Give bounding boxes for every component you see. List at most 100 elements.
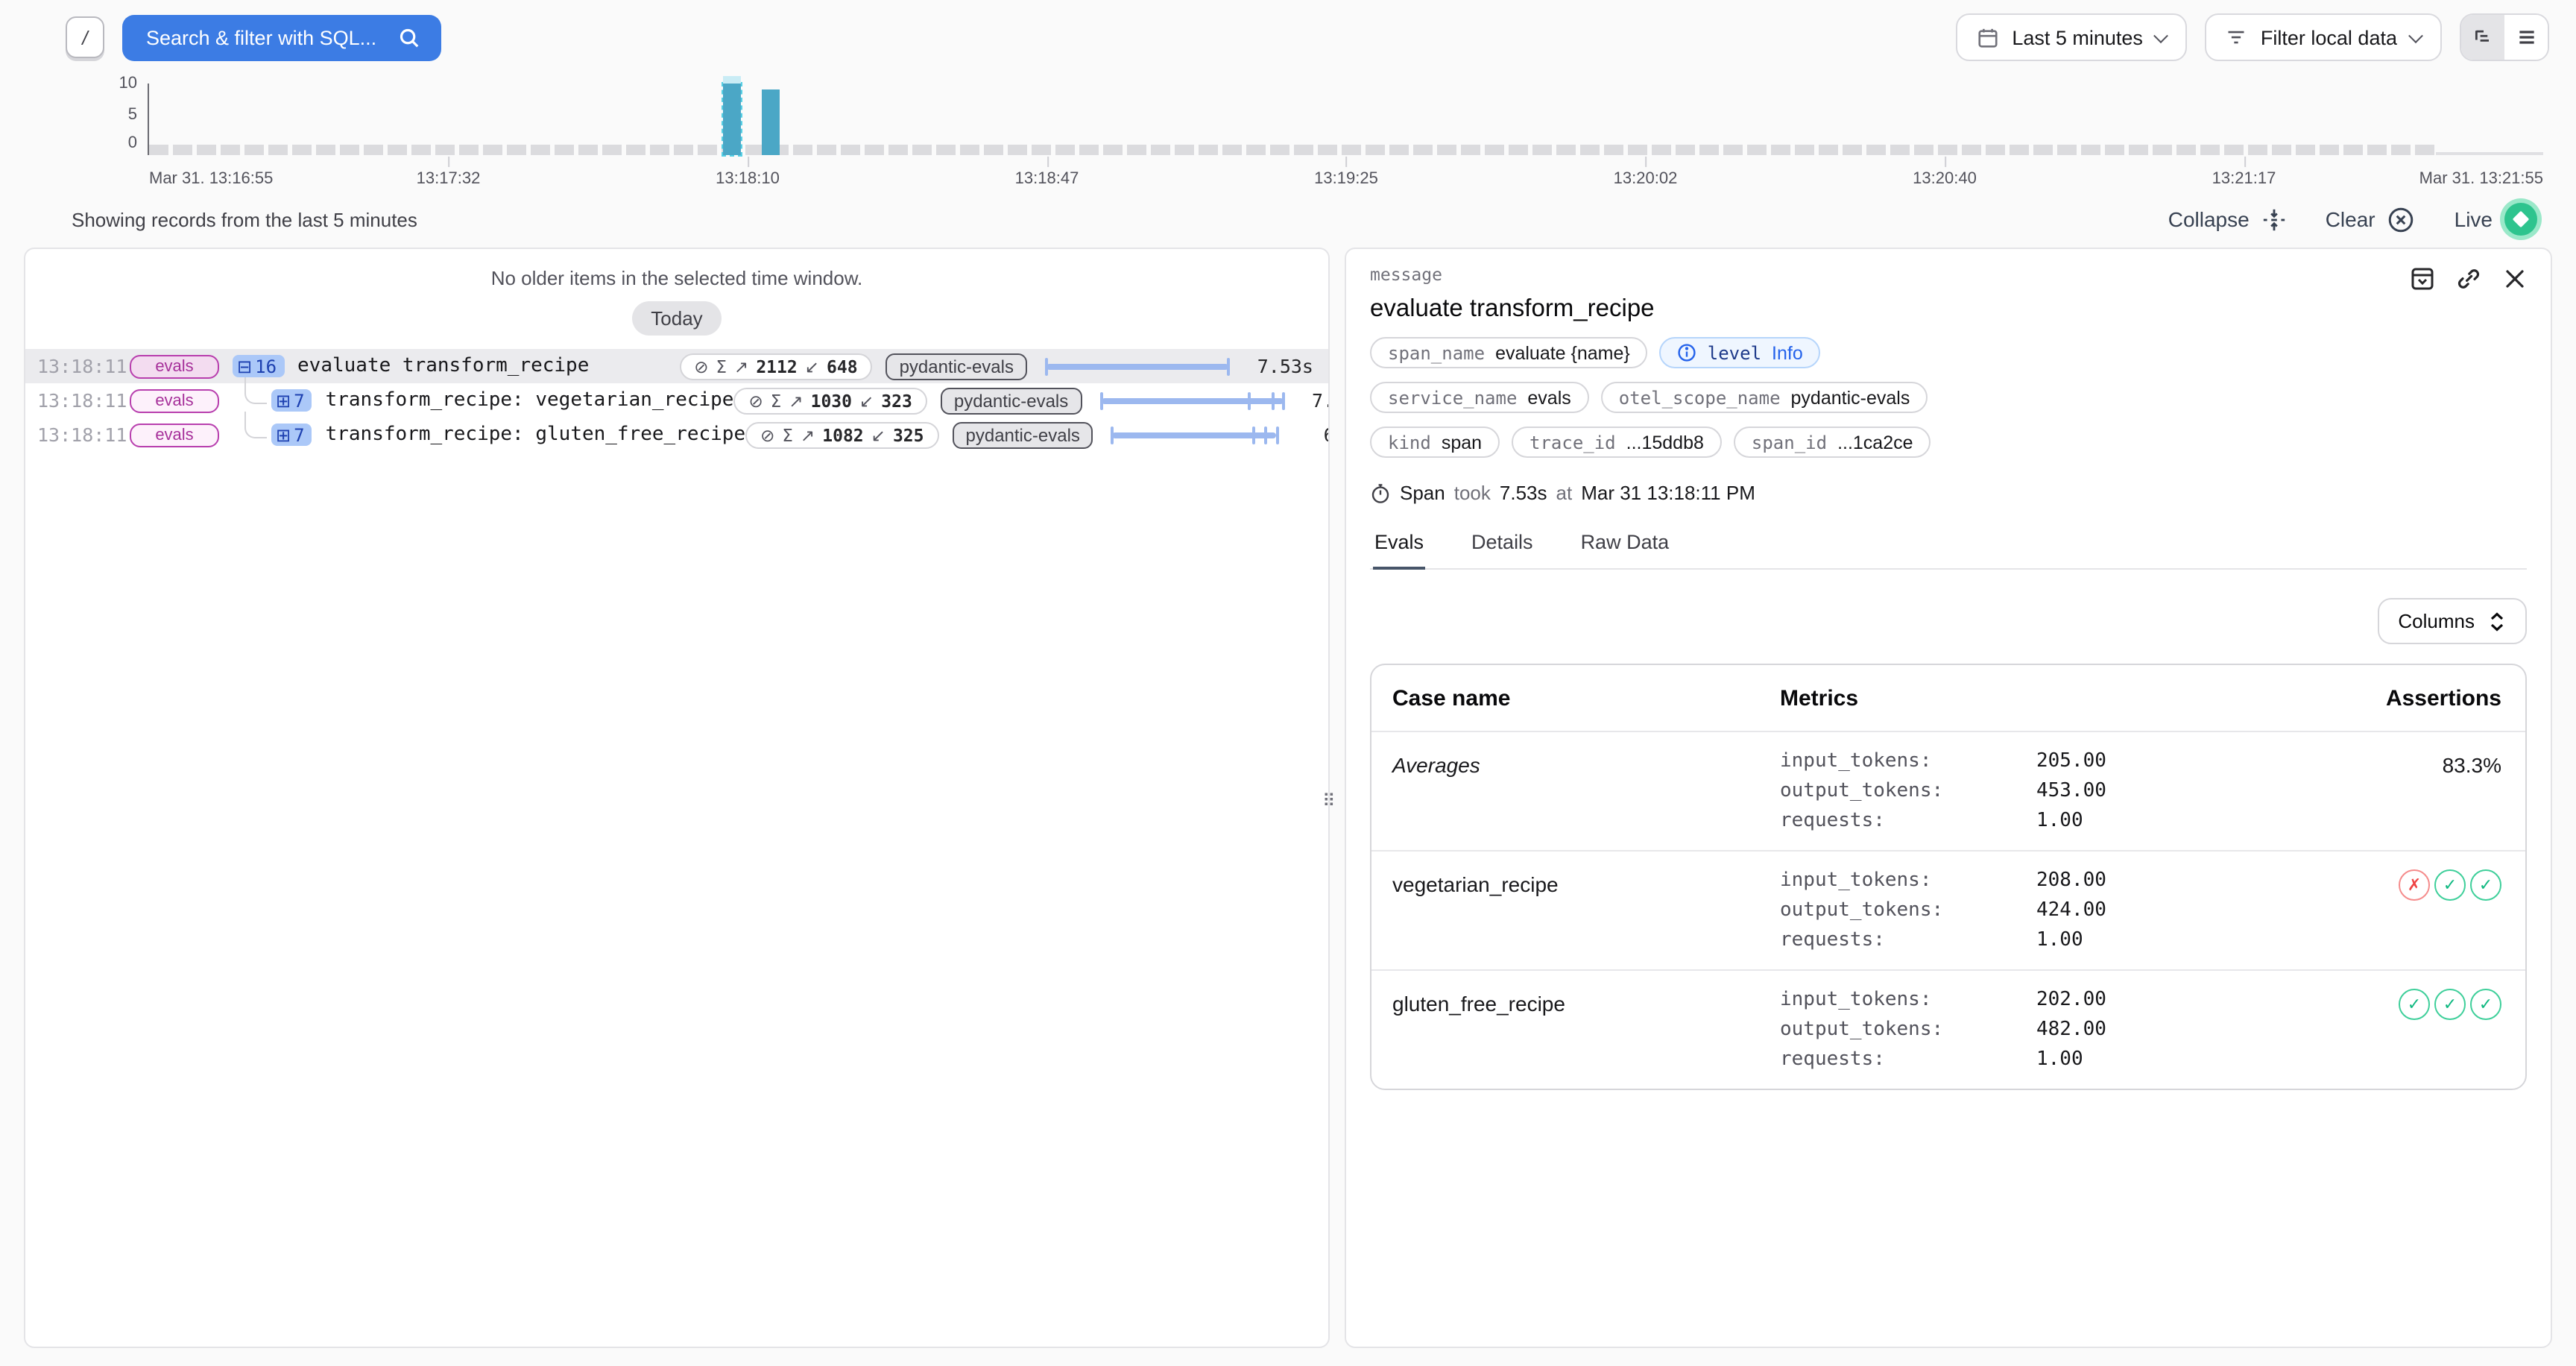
chip-otel-scope-name[interactable]: otel_scope_name pydantic-evals — [1601, 382, 1928, 413]
chip-level-info[interactable]: level Info — [1660, 337, 1821, 368]
duration-text: 7.53s — [1284, 389, 1330, 412]
assertions-percentage: 83.3% — [2278, 750, 2501, 832]
metrics-cell: input_tokens:202.00 output_tokens:482.00… — [1780, 989, 2278, 1071]
y-tick-label: 5 — [101, 106, 137, 124]
y-tick-label: 10 — [101, 75, 137, 92]
col-assertions: Assertions — [2278, 686, 2501, 711]
tab-details[interactable]: Details — [1470, 523, 1535, 570]
chip-kind[interactable]: kind span — [1370, 427, 1500, 458]
tab-evals[interactable]: Evals — [1373, 523, 1425, 570]
child-count: 16 — [255, 356, 277, 377]
tree-view-toggle[interactable] — [2461, 15, 2504, 60]
metric-label: output_tokens: — [1780, 780, 2036, 802]
showing-records-text: Showing records from the last 5 minutes — [72, 208, 417, 230]
detail-header: message — [1370, 264, 2527, 291]
columns-button[interactable]: Columns — [2377, 598, 2527, 644]
metric-value: 1.00 — [2036, 1048, 2083, 1071]
sort-updown-icon — [2488, 611, 2506, 632]
table-row-gluten-free-recipe[interactable]: gluten_free_recipe input_tokens:202.00 o… — [1371, 971, 2525, 1089]
timeline-bars — [149, 84, 2543, 155]
metrics-cell: input_tokens:208.00 output_tokens:424.00… — [1780, 869, 2278, 951]
timeline-bar[interactable] — [762, 89, 780, 155]
chip-span-id[interactable]: span_id ...1ca2ce — [1734, 427, 1931, 458]
chip-key: otel_scope_name — [1619, 387, 1781, 408]
filter-local-data-dropdown[interactable]: Filter local data — [2206, 13, 2442, 61]
today-pill[interactable]: Today — [631, 301, 722, 336]
assertion-fail-icon: ✗ — [2399, 869, 2430, 901]
evals-badge: evals — [130, 388, 219, 412]
tree-connector — [244, 377, 267, 403]
case-name: vegetarian_recipe — [1392, 869, 1780, 951]
assertions-icons: ✓ ✓ ✓ — [2278, 989, 2501, 1071]
summary-duration: 7.53s — [1500, 482, 1547, 504]
chevron-down-icon — [2408, 28, 2423, 43]
arrow-up-right-icon: ↗ — [789, 390, 803, 411]
filter-label: Filter local data — [2261, 26, 2397, 48]
live-toggle-button[interactable]: Live — [2455, 203, 2537, 236]
calendar-icon — [1976, 26, 1998, 48]
time-range-dropdown[interactable]: Last 5 minutes — [1955, 13, 2188, 61]
table-row-averages[interactable]: Averages input_tokens:205.00 output_toke… — [1371, 732, 2525, 852]
live-indicator-icon — [2504, 203, 2537, 236]
collapse-button[interactable]: Collapse — [2168, 207, 2287, 232]
x-tick-label: 13:19:25 — [1314, 170, 1378, 188]
expand-children-badge[interactable]: ⊞7 — [271, 389, 312, 412]
metric-value: 205.00 — [2036, 750, 2106, 772]
view-mode-segmented-control — [2460, 13, 2549, 61]
collapse-children-badge[interactable]: ⊟16 — [233, 355, 284, 377]
table-row-vegetarian-recipe[interactable]: vegetarian_recipe input_tokens:208.00 ou… — [1371, 852, 2525, 971]
chip-span-name[interactable]: span_name evaluate {name} — [1370, 337, 1648, 368]
chip-value: ...1ca2ce — [1837, 432, 1913, 453]
topbar-left: / Search & filter with SQL... — [66, 14, 441, 60]
stopwatch-icon — [1370, 482, 1391, 503]
tokens-out: 323 — [881, 390, 912, 411]
expand-box-icon: ⊞ — [276, 390, 291, 411]
live-label: Live — [2455, 207, 2493, 231]
copy-link-button[interactable] — [2457, 267, 2481, 291]
row-timestamp: 13:18:11 — [37, 355, 130, 377]
close-panel-button[interactable] — [2503, 267, 2527, 291]
span-duration-summary: Span took 7.53s at Mar 31 13:18:11 PM — [1370, 482, 2527, 504]
x-tick-label: 13:20:02 — [1614, 170, 1678, 188]
detail-tabs: Evals Details Raw Data — [1370, 523, 2527, 570]
trace-list-panel: No older items in the selected time wind… — [24, 248, 1330, 1348]
row-timestamp: 13:18:11 — [37, 389, 130, 412]
collapse-box-icon: ⊟ — [237, 356, 252, 377]
duration-text: 6.89s — [1296, 424, 1330, 446]
duration-text: 7.53s — [1230, 355, 1313, 377]
columns-row: Columns — [1370, 598, 2527, 644]
chip-value: ...15ddb8 — [1626, 432, 1704, 453]
token-usage-chip: ⊘ Σ ↗1030 ↙323 — [733, 387, 926, 414]
chip-trace-id[interactable]: trace_id ...15ddb8 — [1512, 427, 1722, 458]
timeline-chart[interactable]: 10 5 0 Mar 31. 13:16:5513:17:3213:18:101… — [0, 78, 2576, 194]
search-button[interactable]: Search & filter with SQL... — [122, 14, 441, 60]
arrow-up-right-icon: ↗ — [734, 356, 748, 377]
metric-value: 482.00 — [2036, 1019, 2106, 1041]
summary-span: Span — [1400, 482, 1445, 504]
assertion-pass-icon: ✓ — [2470, 989, 2501, 1020]
search-button-label: Search & filter with SQL... — [146, 26, 376, 48]
columns-button-label: Columns — [2398, 610, 2475, 632]
scope-tag: pydantic-evals — [953, 421, 1093, 448]
trace-row-evaluate-transform-recipe[interactable]: 13:18:11 evals ⊟16 evaluate transform_re… — [25, 349, 1328, 383]
open-in-panel-button[interactable] — [2411, 267, 2434, 291]
scope-tag: pydantic-evals — [886, 353, 1027, 380]
x-tick-label: Mar 31. 13:21:55 — [2419, 170, 2543, 188]
timeline-xticks: Mar 31. 13:16:5513:17:3213:18:1013:18:47… — [149, 161, 2543, 188]
trace-row-gluten-free-recipe[interactable]: 13:18:11 evals ⊞7 transform_recipe: glut… — [25, 418, 1328, 452]
expand-children-badge[interactable]: ⊞7 — [271, 424, 312, 446]
list-view-icon — [2516, 27, 2536, 48]
info-icon — [1678, 343, 1697, 362]
clear-button[interactable]: Clear — [2326, 205, 2416, 233]
arrow-down-left-icon: ↙ — [805, 356, 819, 377]
chip-service-name[interactable]: service_name evals — [1370, 382, 1589, 413]
tree-view-icon — [2472, 27, 2493, 48]
token-icon: ⊘ — [748, 390, 763, 411]
token-icon: ⊘ — [694, 356, 708, 377]
tab-raw-data[interactable]: Raw Data — [1579, 523, 1671, 570]
timeline-bar[interactable] — [724, 84, 742, 155]
panel-resize-grip[interactable]: ⠿ — [1322, 790, 1336, 811]
empty-window-notice: No older items in the selected time wind… — [25, 267, 1328, 289]
list-view-toggle[interactable] — [2504, 15, 2548, 60]
trace-row-vegetarian-recipe[interactable]: 13:18:11 evals ⊞7 transform_recipe: vege… — [25, 383, 1328, 418]
